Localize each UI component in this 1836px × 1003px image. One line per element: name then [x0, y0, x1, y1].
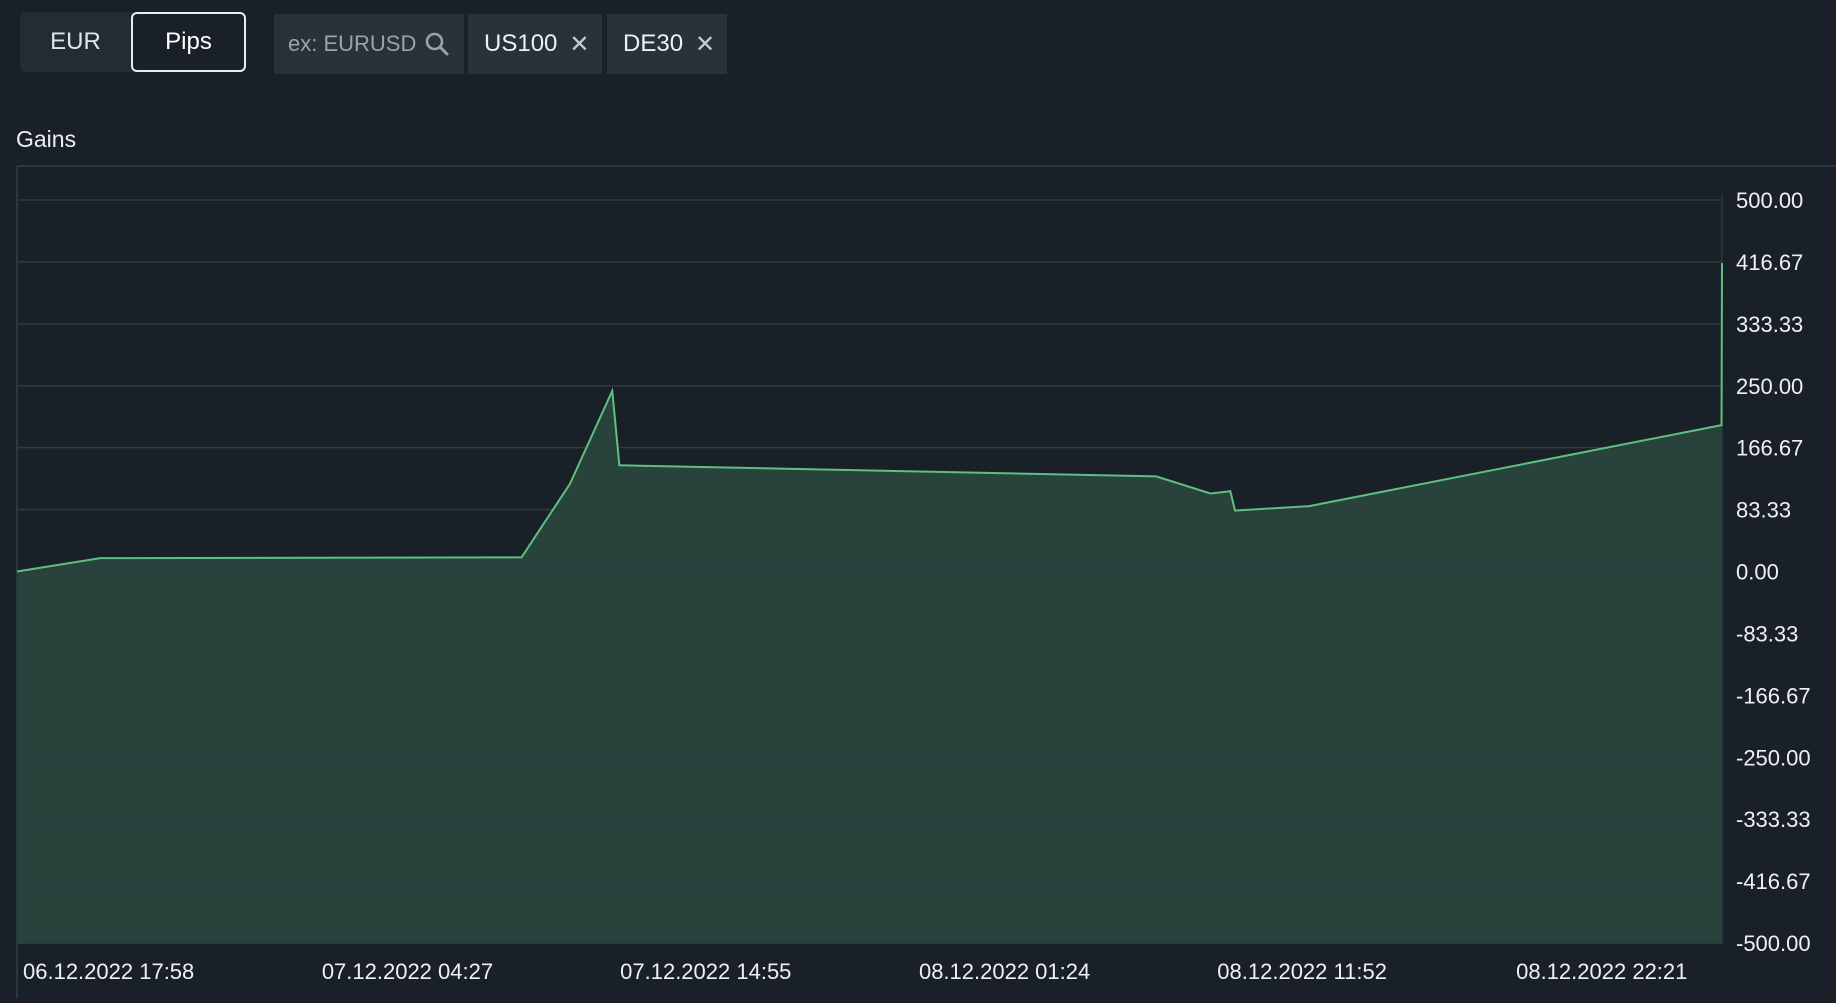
y-tick-label: 83.33: [1736, 498, 1791, 523]
y-tick-label: -250.00: [1736, 745, 1811, 770]
x-tick-label: 08.12.2022 11:52: [1217, 959, 1387, 984]
x-tick-label: 08.12.2022 01:24: [919, 959, 1090, 984]
x-tick-label: 07.12.2022 14:55: [620, 959, 791, 984]
gains-chart-svg: 500.00 416.67 333.33 250.00 166.67 83.33 0.00 -…: [16, 165, 1836, 998]
x-tick-label: 07.12.2022 04:27: [322, 959, 493, 984]
y-tick-label: -83.33: [1736, 621, 1798, 646]
y-tick-label: -416.67: [1736, 869, 1811, 894]
y-tick-label: 416.67: [1736, 250, 1803, 275]
y-tick-label: 500.00: [1736, 188, 1803, 213]
y-tick-label: 0.00: [1736, 560, 1779, 585]
y-tick-label: 166.67: [1736, 436, 1803, 461]
y-tick-label: 250.00: [1736, 374, 1803, 399]
y-tick-label: -166.67: [1736, 683, 1811, 708]
y-tick-label: 333.33: [1736, 312, 1803, 337]
y-tick-label: -500.00: [1736, 931, 1811, 956]
y-tick-label: -333.33: [1736, 807, 1811, 832]
gains-chart: 500.00 416.67 333.33 250.00 166.67 83.33 0.00 -…: [0, 0, 1836, 1003]
x-tick-label: 08.12.2022 22:21: [1516, 959, 1687, 984]
x-tick-label: 06.12.2022 17:58: [23, 959, 194, 984]
gains-area-fill: [17, 263, 1722, 944]
